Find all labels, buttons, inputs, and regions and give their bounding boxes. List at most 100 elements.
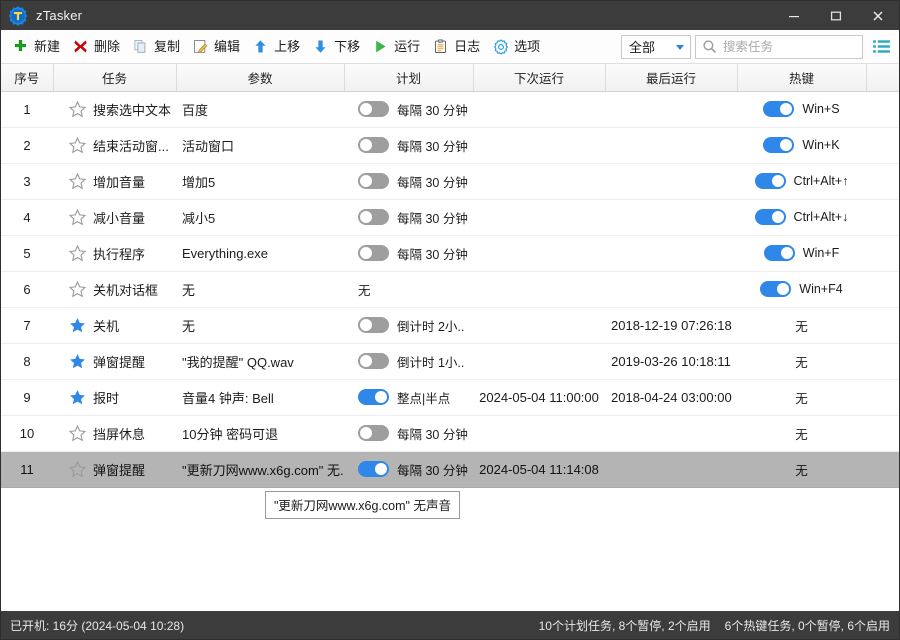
copy-icon: [131, 38, 150, 56]
cell-hotkey[interactable]: Win+F4: [737, 271, 866, 308]
plan-toggle-switch[interactable]: [358, 461, 389, 477]
cell-plan[interactable]: 倒计时 1小..: [344, 343, 473, 380]
table-row[interactable]: 7 关机 无 倒计时 2小.. 2018-12-19 07:26:18 无: [1, 307, 899, 344]
table-row[interactable]: 8 弹窗提醒 "我的提醒" QQ.wav 倒计时 1小.. 2019-03-26 10:…: [1, 343, 899, 380]
cell-plan[interactable]: 整点|半点: [344, 379, 473, 416]
cell-task[interactable]: 增加音量: [53, 163, 176, 200]
table-row[interactable]: 5 执行程序 Everything.exe 每隔 30 分钟 Win+F: [1, 235, 899, 272]
edit-task-button[interactable]: 编辑: [187, 34, 247, 60]
cell-task[interactable]: 关机对话框: [53, 271, 176, 308]
hotkey-toggle-switch[interactable]: [760, 281, 792, 297]
search-input[interactable]: [721, 38, 851, 55]
options-button[interactable]: 选项: [487, 34, 547, 60]
new-task-button[interactable]: 新建: [7, 34, 67, 60]
plan-toggle-switch[interactable]: [358, 137, 389, 153]
delete-task-button[interactable]: 删除: [67, 34, 127, 60]
cell-hotkey[interactable]: Win+S: [737, 91, 866, 128]
cell-task[interactable]: 结束活动窗...: [53, 127, 176, 164]
table-row[interactable]: 10 挡屏休息 10分钟 密码可退 每隔 30 分钟 无: [1, 415, 899, 452]
cell-next-run: [473, 235, 605, 272]
cell-task[interactable]: 减小音量: [53, 199, 176, 236]
table-row[interactable]: 2 结束活动窗... 活动窗口 每隔 30 分钟 Win+K: [1, 127, 899, 164]
cell-hotkey[interactable]: Ctrl+Alt+↓: [737, 199, 866, 236]
cell-task[interactable]: 挡屏休息: [53, 415, 176, 452]
plan-toggle-switch[interactable]: [358, 209, 389, 225]
options-label: 选项: [514, 39, 541, 54]
cell-plan[interactable]: 倒计时 2小..: [344, 307, 473, 344]
cell-plan[interactable]: 每隔 30 分钟: [344, 235, 473, 272]
toolbar-right-group: 全部: [621, 34, 895, 60]
plus-icon: [11, 38, 30, 56]
delete-task-label: 删除: [94, 39, 121, 54]
hotkey-label: 无: [795, 427, 808, 442]
column-header-index[interactable]: 序号: [1, 64, 54, 92]
cell-task[interactable]: 弹窗提醒: [53, 343, 176, 380]
switch-knob: [780, 139, 793, 151]
filter-select[interactable]: 全部: [621, 34, 691, 59]
maximize-button[interactable]: [815, 1, 857, 30]
plan-toggle-switch[interactable]: [358, 353, 389, 369]
cell-plan[interactable]: 每隔 30 分钟: [344, 91, 473, 128]
table-row[interactable]: 1 搜索选中文本 百度 每隔 30 分钟 Win+S: [1, 91, 899, 128]
hotkey-toggle-switch[interactable]: [754, 209, 786, 225]
cell-hotkey[interactable]: 无: [737, 415, 866, 452]
cell-plan[interactable]: 每隔 30 分钟: [344, 451, 473, 488]
list-view-button[interactable]: [867, 34, 895, 60]
table-row[interactable]: 3 增加音量 增加5 每隔 30 分钟 Ctrl+Alt+↑: [1, 163, 899, 200]
cell-hotkey[interactable]: 无: [737, 451, 866, 488]
cell-task[interactable]: 弹窗提醒: [53, 451, 176, 488]
cell-hotkey[interactable]: 无: [737, 379, 866, 416]
hotkey-toggle-switch[interactable]: [763, 245, 795, 261]
plan-toggle-switch[interactable]: [358, 425, 389, 441]
plan-toggle-switch[interactable]: [358, 173, 389, 189]
plan-toggle-switch[interactable]: [358, 317, 389, 333]
cell-task[interactable]: 关机: [53, 307, 176, 344]
cell-next-run: [473, 307, 605, 344]
cell-filler: [866, 91, 899, 128]
cell-params: 活动窗口: [176, 127, 344, 164]
cell-task[interactable]: 执行程序: [53, 235, 176, 272]
cell-task[interactable]: 报时: [53, 379, 176, 416]
cell-last-run: 2018-12-19 07:26:18: [605, 307, 737, 344]
hotkey-toggle-switch[interactable]: [763, 137, 795, 153]
cell-plan[interactable]: 每隔 30 分钟: [344, 127, 473, 164]
run-task-button[interactable]: 运行: [367, 34, 427, 60]
column-header-last-run[interactable]: 最后运行: [605, 64, 738, 92]
cell-plan[interactable]: 每隔 30 分钟: [344, 415, 473, 452]
move-down-button[interactable]: 下移: [307, 34, 367, 60]
minimize-button[interactable]: [773, 1, 815, 30]
cell-plan[interactable]: 无: [344, 271, 473, 308]
cell-plan[interactable]: 每隔 30 分钟: [344, 163, 473, 200]
table-row[interactable]: 11 弹窗提醒 "更新刀网www.x6g.com" 无... 每隔 30 分钟 2024…: [1, 451, 899, 488]
cell-hotkey[interactable]: Win+K: [737, 127, 866, 164]
plan-toggle-switch[interactable]: [358, 245, 389, 261]
star-icon-outline: [69, 100, 86, 117]
copy-task-button[interactable]: 复制: [127, 34, 187, 60]
column-header-plan[interactable]: 计划: [344, 64, 474, 92]
column-header-task[interactable]: 任务: [53, 64, 177, 92]
hotkey-toggle-switch[interactable]: [763, 101, 795, 117]
cell-hotkey[interactable]: 无: [737, 307, 866, 344]
plan-toggle-switch[interactable]: [358, 101, 389, 117]
table-row[interactable]: 9 报时 音量4 钟声: Bell 整点|半点 2024-05-04 11:00:00 2…: [1, 379, 899, 416]
cell-hotkey[interactable]: 无: [737, 343, 866, 380]
log-button[interactable]: 日志: [427, 34, 487, 60]
column-header-next-run[interactable]: 下次运行: [473, 64, 606, 92]
cell-hotkey[interactable]: Ctrl+Alt+↑: [737, 163, 866, 200]
move-up-button[interactable]: 上移: [247, 34, 307, 60]
column-header-params[interactable]: 参数: [176, 64, 345, 92]
task-table-body: 1 搜索选中文本 百度 每隔 30 分钟 Win+S 2 结束活动窗... 活动窗口 每隔 30…: [1, 91, 899, 488]
cell-task[interactable]: 搜索选中文本: [53, 91, 176, 128]
table-row[interactable]: 6 关机对话框 无无 Win+F4: [1, 271, 899, 308]
hotkey-toggle-switch[interactable]: [754, 173, 786, 189]
search-box[interactable]: [695, 34, 863, 59]
main-toolbar: 新建 删除 复制 编辑 上移 下移 运行 日志 选项 全部 搜索任务: [1, 30, 899, 64]
cell-hotkey[interactable]: Win+F: [737, 235, 866, 272]
column-header-hotkey[interactable]: 热键: [737, 64, 867, 92]
plan-toggle-switch[interactable]: [358, 389, 389, 405]
close-button[interactable]: [857, 1, 899, 30]
star-icon-outline: [69, 172, 86, 189]
table-row[interactable]: 4 减小音量 减小5 每隔 30 分钟 Ctrl+Alt+↓: [1, 199, 899, 236]
cell-plan[interactable]: 每隔 30 分钟: [344, 199, 473, 236]
hotkey-label: 无: [795, 355, 808, 370]
